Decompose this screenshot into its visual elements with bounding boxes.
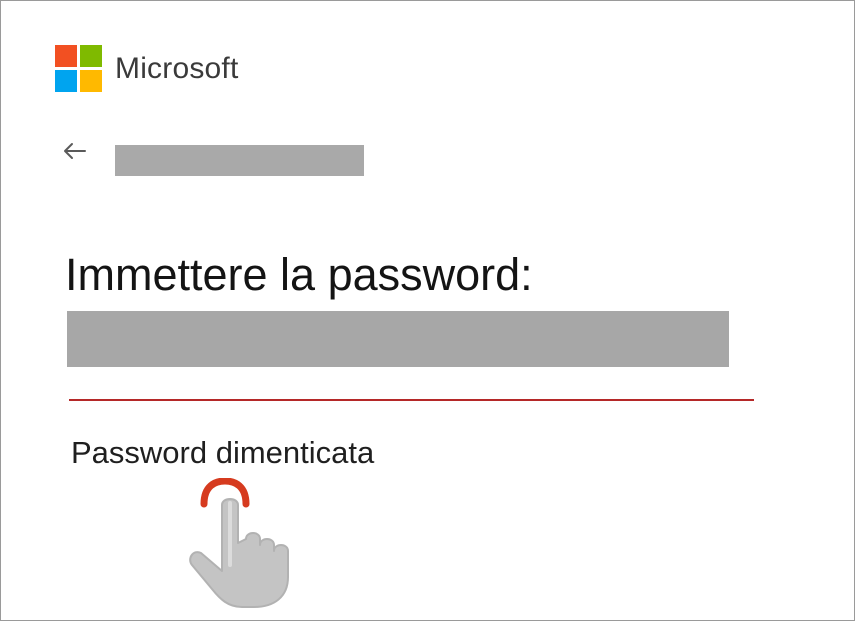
password-input[interactable] [67,311,729,367]
page-title: Immettere la password: [65,249,533,300]
back-button[interactable] [61,141,89,161]
logo-square-red [55,45,77,67]
masked-account-identifier [115,145,364,176]
brand-name: Microsoft [115,51,239,85]
signin-window: Microsoft Immettere la password: Passwor… [0,0,855,621]
microsoft-logo: Microsoft [55,45,239,92]
logo-square-yellow [80,70,102,92]
back-arrow-icon[interactable] [61,141,89,161]
hand-pointer-icon [189,498,289,608]
logo-square-green [80,45,102,67]
logo-square-blue [55,70,77,92]
forgot-password-link[interactable]: Password dimenticata [71,435,374,471]
microsoft-logo-icon [55,45,102,92]
password-input-underline [69,399,754,401]
